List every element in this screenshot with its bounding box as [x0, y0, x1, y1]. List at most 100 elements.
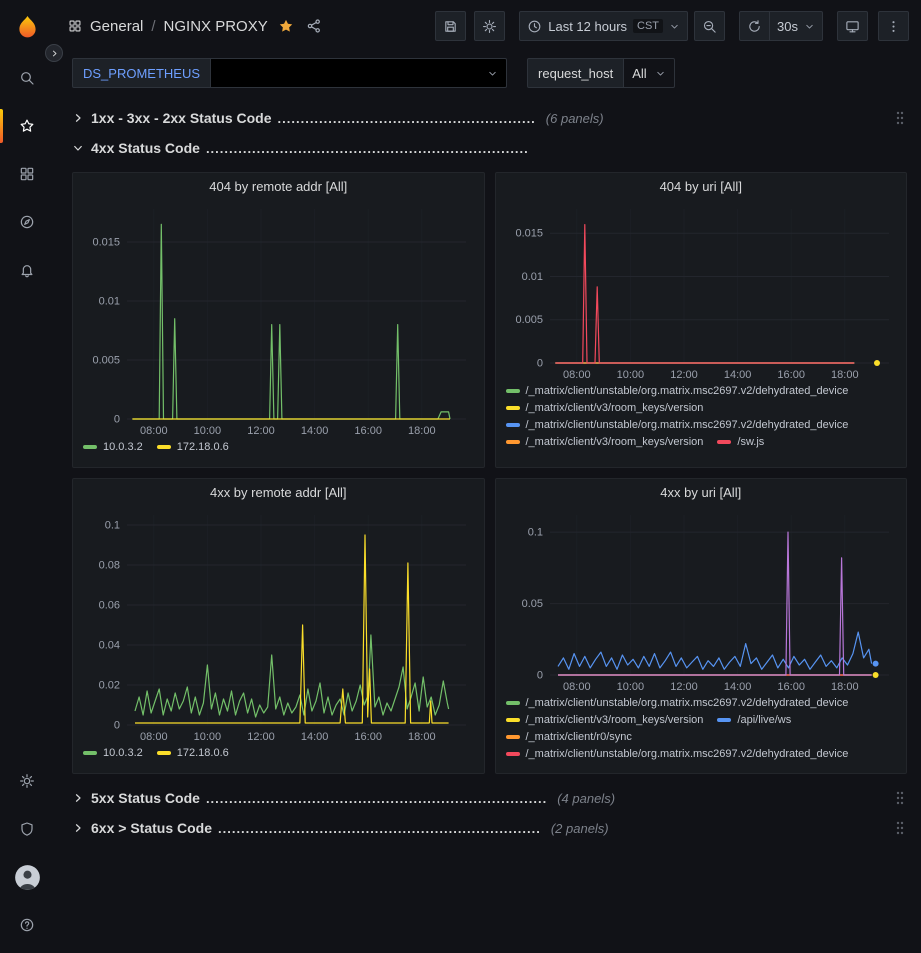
request-host-value-select[interactable]: All	[624, 58, 674, 88]
sidebar-item-search[interactable]	[0, 54, 54, 102]
panel-header[interactable]: 404 by uri [All]	[506, 173, 897, 199]
svg-text:12:00: 12:00	[247, 731, 275, 743]
zoom-out-time-button[interactable]	[694, 11, 725, 41]
series-color-marker	[506, 701, 520, 705]
breadcrumb-separator: /	[151, 18, 155, 35]
dashboard-row-6xx[interactable]: 6xx > Status Code ......................…	[72, 814, 907, 842]
legend-item[interactable]: /api/live/ws	[717, 714, 791, 726]
legend-item[interactable]: /_matrix/client/unstable/org.matrix.msc2…	[506, 385, 849, 397]
save-dashboard-button[interactable]	[435, 11, 466, 41]
dashboard-row-4xx[interactable]: 4xx Status Code ........................…	[72, 134, 907, 162]
chevron-down-icon	[655, 68, 666, 79]
top-navbar: General / NGINX PROXY L	[54, 0, 921, 52]
series-color-marker	[506, 718, 520, 722]
refresh-interval-select[interactable]: 30s	[770, 11, 823, 41]
share-dashboard-button[interactable]	[304, 16, 324, 36]
svg-text:16:00: 16:00	[777, 681, 805, 693]
series-name: /_matrix/client/unstable/org.matrix.msc2…	[526, 419, 849, 431]
compass-icon	[19, 214, 35, 230]
sidebar-bottom-group	[0, 757, 54, 953]
dashboard-scroll-area[interactable]: 1xx - 3xx - 2xx Status Code ............…	[54, 96, 921, 953]
svg-text:16:00: 16:00	[354, 425, 382, 437]
datasource-value-select[interactable]	[211, 58, 507, 88]
series-color-marker	[506, 389, 520, 393]
panel-header[interactable]: 404 by remote addr [All]	[83, 173, 474, 199]
toolbar-right: Last 12 hours CST 30s	[435, 11, 909, 41]
series-name: 10.0.3.2	[103, 441, 143, 453]
sidebar-item-server-admin[interactable]	[0, 805, 54, 853]
gear-icon	[482, 19, 497, 34]
sidebar-item-configuration[interactable]	[0, 757, 54, 805]
legend-item[interactable]: /sw.js	[717, 436, 764, 448]
timeseries-chart[interactable]: 00.020.040.060.080.108:0010:0012:0014:00…	[83, 505, 474, 745]
svg-text:0.005: 0.005	[92, 355, 120, 367]
zoom-out-icon	[702, 19, 717, 34]
grafana-logo[interactable]	[0, 0, 54, 54]
series-color-marker	[157, 445, 171, 449]
timeseries-chart[interactable]: 00.0050.010.01508:0010:0012:0014:0016:00…	[506, 199, 897, 383]
legend-item[interactable]: /_matrix/client/unstable/org.matrix.msc2…	[506, 419, 849, 431]
svg-text:16:00: 16:00	[354, 731, 382, 743]
grafana-app: General / NGINX PROXY L	[0, 0, 921, 953]
svg-text:18:00: 18:00	[831, 369, 859, 381]
kebab-menu-button[interactable]	[878, 11, 909, 41]
sidebar-expand-button[interactable]	[45, 44, 63, 62]
breadcrumb-dashboard-title[interactable]: NGINX PROXY	[164, 18, 268, 35]
svg-text:0.08: 0.08	[99, 560, 120, 572]
svg-text:16:00: 16:00	[777, 369, 805, 381]
unstar-dashboard-button[interactable]	[276, 16, 296, 36]
chevron-down-icon	[669, 21, 680, 32]
row-drag-handle-icon[interactable]	[893, 108, 907, 128]
legend-item[interactable]: 172.18.0.6	[157, 441, 229, 453]
tv-mode-button[interactable]	[837, 11, 868, 41]
legend-item[interactable]: /_matrix/client/v3/room_keys/version	[506, 436, 704, 448]
clock-icon	[527, 19, 542, 34]
panel-404-by-uri: 404 by uri [All] 00.0050.010.01508:0010:…	[495, 172, 908, 468]
variable-label-ds-prometheus[interactable]: DS_PROMETHEUS	[72, 58, 211, 88]
chevron-down-icon	[72, 142, 84, 154]
dashboard-variables-bar: DS_PROMETHEUS request_host All	[54, 52, 921, 96]
row-drag-handle-icon[interactable]	[893, 788, 907, 808]
panel-header[interactable]: 4xx by uri [All]	[506, 479, 897, 505]
legend-item[interactable]: /_matrix/client/v3/room_keys/version	[506, 402, 704, 414]
row-drag-handle-icon[interactable]	[893, 818, 907, 838]
timeseries-chart[interactable]: 00.050.108:0010:0012:0014:0016:0018:00	[506, 505, 897, 695]
dashboard-settings-button[interactable]	[474, 11, 505, 41]
svg-text:10:00: 10:00	[194, 425, 222, 437]
sidebar-item-profile[interactable]	[0, 853, 54, 901]
legend-item[interactable]: 10.0.3.2	[83, 441, 143, 453]
sidebar-item-dashboards[interactable]	[0, 150, 54, 198]
legend-item[interactable]: /_matrix/client/unstable/org.matrix.msc2…	[506, 697, 849, 709]
apps-grid-icon	[19, 166, 35, 182]
dashboard-row-1xx-3xx-2xx[interactable]: 1xx - 3xx - 2xx Status Code ............…	[72, 104, 907, 132]
timeseries-chart[interactable]: 00.0050.010.01508:0010:0012:0014:0016:00…	[83, 199, 474, 439]
legend-item[interactable]: /_matrix/client/v3/room_keys/version	[506, 714, 704, 726]
legend-item[interactable]: /_matrix/client/unstable/org.matrix.msc2…	[506, 748, 849, 760]
row-panel-count: (4 panels)	[557, 791, 615, 806]
sidebar-item-explore[interactable]	[0, 198, 54, 246]
row-panel-count: (2 panels)	[551, 821, 609, 836]
series-color-marker	[83, 445, 97, 449]
sidebar-item-alerting[interactable]	[0, 246, 54, 294]
refresh-group: 30s	[739, 11, 823, 41]
variable-datasource: DS_PROMETHEUS	[72, 58, 507, 88]
shield-icon	[19, 821, 35, 837]
time-range-picker[interactable]: Last 12 hours CST	[519, 11, 688, 41]
refresh-button[interactable]	[739, 11, 770, 41]
legend-item[interactable]: 172.18.0.6	[157, 747, 229, 759]
legend-item[interactable]: 10.0.3.2	[83, 747, 143, 759]
dashboard-row-5xx[interactable]: 5xx Status Code ........................…	[72, 784, 907, 812]
legend-item[interactable]: /_matrix/client/r0/sync	[506, 731, 632, 743]
svg-text:12:00: 12:00	[670, 369, 698, 381]
svg-text:0.01: 0.01	[99, 296, 120, 308]
request-host-value: All	[632, 66, 646, 81]
panel-header[interactable]: 4xx by remote addr [All]	[83, 479, 474, 505]
series-name: /_matrix/client/v3/room_keys/version	[526, 436, 704, 448]
breadcrumb-section[interactable]: General	[90, 18, 143, 35]
variable-label-request-host[interactable]: request_host	[527, 58, 624, 88]
bell-icon	[19, 262, 35, 278]
series-name: 10.0.3.2	[103, 747, 143, 759]
svg-text:08:00: 08:00	[140, 425, 168, 437]
sidebar-item-help[interactable]	[0, 901, 54, 949]
sidebar-item-starred[interactable]	[0, 102, 54, 150]
